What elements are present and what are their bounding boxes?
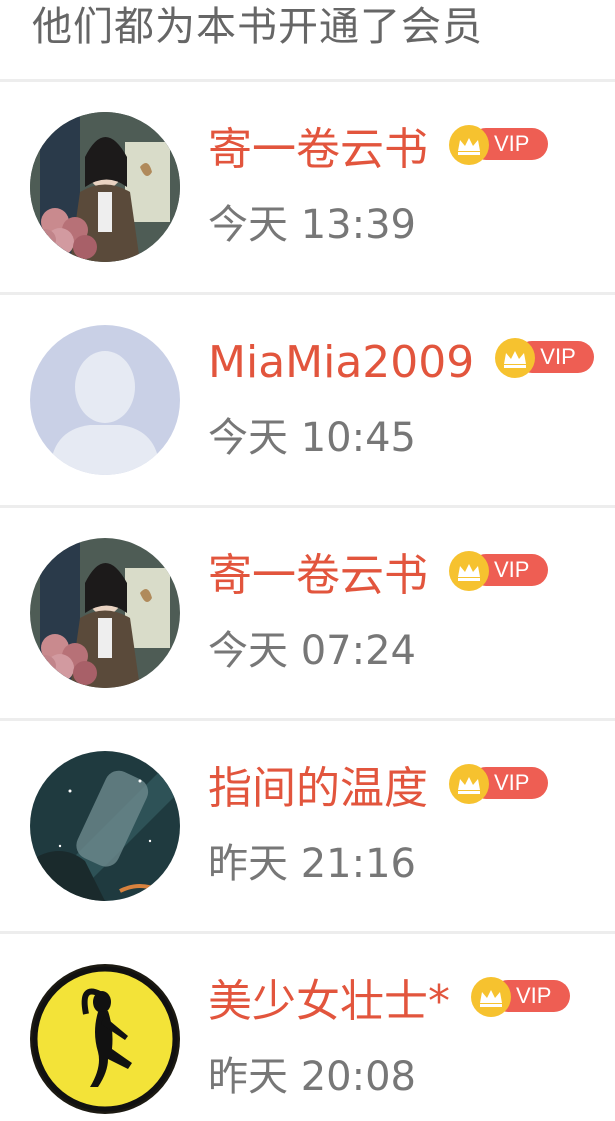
vip-label: VIP	[494, 557, 530, 582]
vip-badge: VIP	[494, 337, 595, 379]
avatar[interactable]	[30, 325, 180, 475]
crown-icon	[448, 763, 490, 805]
vip-badge: VIP	[470, 976, 570, 1018]
member-name[interactable]: MiaMia2009	[208, 333, 474, 393]
vip-label: VIP	[540, 344, 576, 369]
vip-label: VIP	[494, 770, 530, 795]
member-name[interactable]: 寄一卷云书	[208, 546, 428, 606]
member-name-line: 美少女壮士* VIP	[208, 972, 570, 1032]
list-header: 他们都为本书开通了会员	[0, 0, 615, 82]
member-join-time: 昨天 20:08	[208, 1054, 416, 1100]
vip-badge: VIP	[448, 124, 548, 166]
member-row[interactable]: 寄一卷云书 VIP 今天 07:24	[0, 508, 615, 721]
member-name-line: 寄一卷云书 VIP	[208, 120, 548, 180]
vip-label: VIP	[494, 131, 530, 156]
member-name-line: MiaMia2009 VIP	[208, 333, 595, 393]
member-name-line: 寄一卷云书 VIP	[208, 546, 548, 606]
crown-icon	[448, 124, 490, 166]
avatar[interactable]	[30, 112, 180, 262]
avatar[interactable]	[30, 538, 180, 688]
crown-icon	[494, 337, 536, 379]
member-list-page: 他们都为本书开通了会员 寄一卷云书 VIP 今天 13:39 MiaMia200…	[0, 0, 615, 1121]
member-row[interactable]: MiaMia2009 VIP 今天 10:45	[0, 295, 615, 508]
avatar[interactable]	[30, 964, 180, 1114]
member-join-time: 今天 13:39	[208, 202, 416, 248]
member-join-time: 今天 10:45	[208, 415, 416, 461]
avatar[interactable]	[30, 751, 180, 901]
member-join-time: 昨天 21:16	[208, 841, 416, 887]
member-join-time: 今天 07:24	[208, 628, 416, 674]
member-row[interactable]: 指间的温度 VIP 昨天 21:16	[0, 721, 615, 934]
page-title: 他们都为本书开通了会员	[32, 4, 483, 50]
member-name-line: 指间的温度 VIP	[208, 759, 548, 819]
member-name[interactable]: 寄一卷云书	[208, 120, 428, 180]
member-row[interactable]: 美少女壮士* VIP 昨天 20:08	[0, 934, 615, 1121]
vip-badge: VIP	[448, 550, 548, 592]
crown-icon	[470, 976, 512, 1018]
member-name[interactable]: 指间的温度	[208, 759, 428, 819]
vip-label: VIP	[516, 983, 552, 1008]
member-row[interactable]: 寄一卷云书 VIP 今天 13:39	[0, 82, 615, 295]
member-name[interactable]: 美少女壮士*	[208, 972, 450, 1032]
vip-badge: VIP	[448, 763, 548, 805]
crown-icon	[448, 550, 490, 592]
